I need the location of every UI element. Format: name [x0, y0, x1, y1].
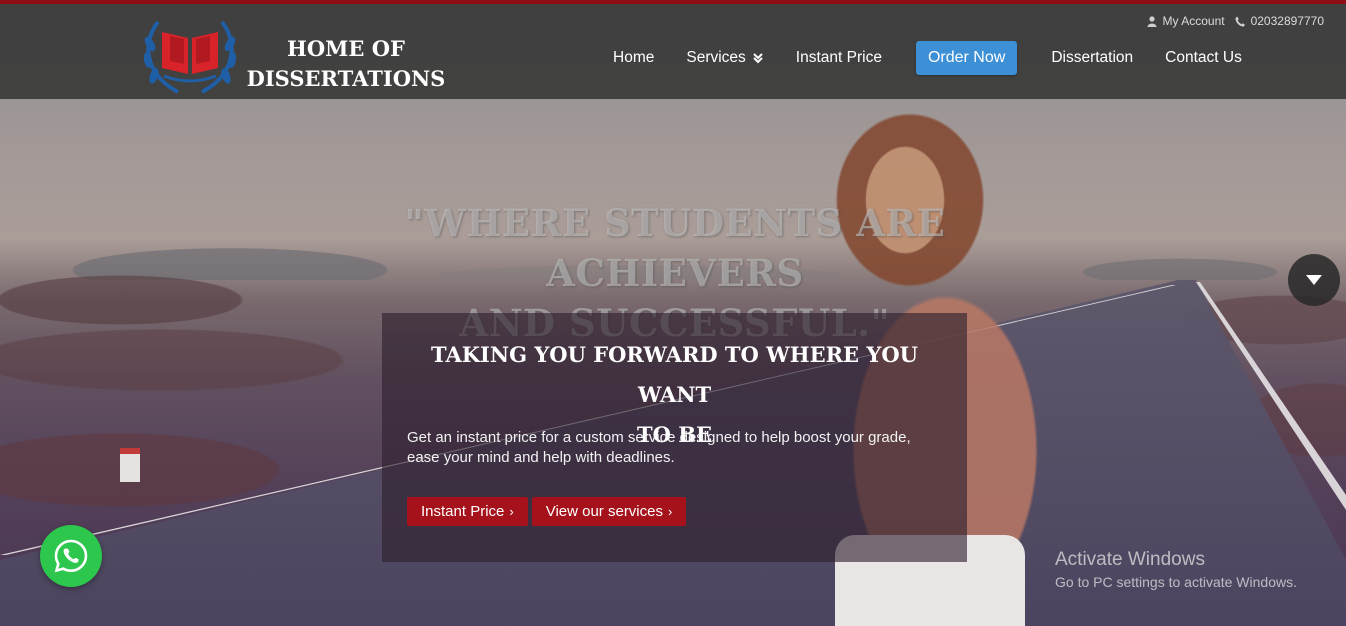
my-account-label: My Account: [1162, 14, 1225, 28]
nav-instant-price-label: Instant Price: [795, 49, 882, 66]
nav-instant-price[interactable]: Instant Price: [780, 40, 898, 76]
roadside-post: [120, 448, 140, 482]
account-bar: My Account 02032897770: [1147, 12, 1324, 30]
nav-services-label: Services: [686, 49, 746, 66]
chevron-double-down-icon: [753, 53, 763, 64]
whatsapp-icon: [54, 539, 88, 573]
scroll-down-button[interactable]: [1288, 254, 1340, 306]
site-logo[interactable]: HOME OF DISSERTATIONS: [138, 14, 445, 94]
phone-icon: [1234, 16, 1245, 27]
user-icon: [1147, 15, 1157, 27]
instant-price-button-label: Instant Price: [421, 503, 505, 520]
chevron-right-icon: ›: [668, 504, 673, 519]
order-now-button[interactable]: Order Now: [915, 41, 1018, 75]
order-now-label: Order Now: [927, 49, 1006, 66]
logo-wordmark: HOME OF DISSERTATIONS: [246, 34, 446, 94]
hero-panel-buttons: Instant Price › View our services ›: [407, 497, 687, 526]
nav-services[interactable]: Services: [670, 40, 779, 76]
hero-quote-line-1: "WHERE STUDENTS ARE ACHIEVERS: [404, 201, 946, 295]
activate-windows-watermark: Activate Windows Go to PC settings to ac…: [1055, 548, 1297, 592]
nav-home-label: Home: [613, 49, 655, 66]
hero-panel-description: Get an instant price for a custom servic…: [407, 429, 911, 466]
logo-line-1: HOME OF: [287, 36, 405, 61]
view-services-button[interactable]: View our services ›: [531, 497, 687, 526]
logo-line-2: DISSERTATIONS: [246, 66, 446, 91]
hero-panel: TAKING YOU FORWARD TO WHERE YOU WANT TO …: [382, 313, 967, 562]
hero-panel-title-line-1: TAKING YOU FORWARD TO WHERE YOU WANT: [431, 342, 918, 407]
nav-home[interactable]: Home: [597, 40, 670, 76]
main-nav: Home Services Instant Price Order Now Di…: [597, 40, 1258, 76]
site-header: HOME OF DISSERTATIONS My Account 0203289…: [0, 4, 1346, 99]
activate-windows-title: Activate Windows: [1055, 549, 1205, 570]
nav-contact-us-label: Contact Us: [1165, 49, 1242, 66]
view-services-button-label: View our services: [545, 503, 663, 520]
phone-number: 02032897770: [1250, 14, 1324, 28]
nav-dissertation[interactable]: Dissertation: [1035, 40, 1149, 76]
whatsapp-chat-button[interactable]: [40, 525, 102, 587]
activate-windows-subtitle: Go to PC settings to activate Windows.: [1055, 574, 1297, 590]
nav-contact-us[interactable]: Contact Us: [1149, 40, 1258, 76]
chevron-right-icon: ›: [509, 504, 514, 519]
nav-dissertation-label: Dissertation: [1051, 49, 1134, 66]
instant-price-button[interactable]: Instant Price ›: [407, 497, 528, 526]
phone-link[interactable]: 02032897770: [1234, 14, 1324, 28]
caret-down-icon: [1306, 275, 1322, 285]
logo-emblem-icon: [143, 20, 237, 94]
my-account-link[interactable]: My Account: [1147, 14, 1225, 28]
